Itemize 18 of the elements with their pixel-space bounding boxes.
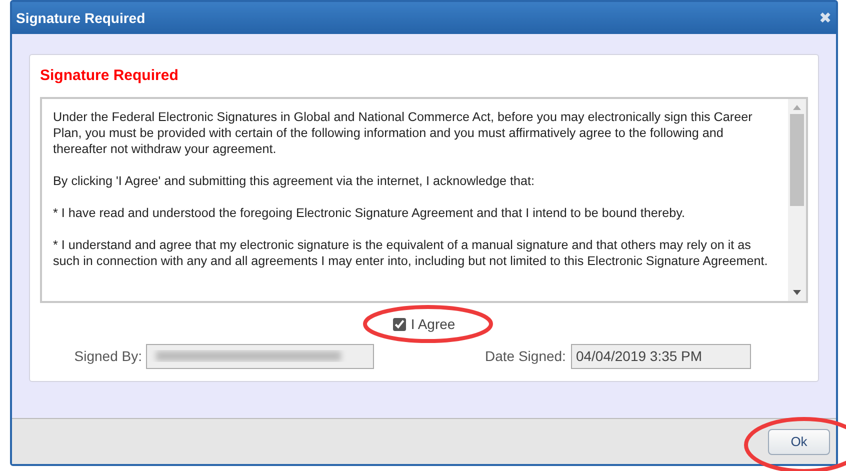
- signed-by-label: Signed By:: [73, 346, 142, 366]
- scrollbar[interactable]: [788, 99, 806, 301]
- agree-checkbox[interactable]: [392, 318, 406, 330]
- agreement-paragraph: * I have read and understood the foregoing Electronic Signature Agreement and that I intend to be bound thereby.: [53, 205, 686, 221]
- scrollbar-thumb[interactable]: [790, 114, 804, 206]
- agree-label: I Agree: [410, 314, 456, 334]
- scroll-down-icon[interactable]: [793, 290, 801, 295]
- date-signed-field: 04/04/2019 3:35 PM: [570, 344, 751, 368]
- agreement-paragraph: By clicking 'I Agree' and submitting this agreement via the internet, I acknowledge that:: [53, 173, 536, 189]
- signed-by-field[interactable]: [146, 344, 374, 368]
- close-button[interactable]: ✖: [819, 10, 832, 26]
- section-heading: Signature Required: [40, 66, 180, 86]
- agreement-paragraph: * I understand and agree that my electronic signature is the equivalent of a manual signature and that others may rely on it as such in connection with any and all agreements I may enter into, including but not limited to this Electronic Signature Agreement.: [53, 237, 769, 269]
- scroll-up-icon[interactable]: [793, 105, 801, 110]
- window-title: Signature Required: [16, 8, 146, 28]
- ok-button[interactable]: Ok: [768, 428, 830, 454]
- date-signed-label: Date Signed:: [485, 346, 566, 366]
- agreement-paragraph: Under the Federal Electronic Signatures in Global and National Commerce Act, before you may electronically sign this Career Plan, you must be provided with certain of the following information and you must affirmatively agree to the following and thereafter not withdraw your agreement.: [53, 109, 754, 157]
